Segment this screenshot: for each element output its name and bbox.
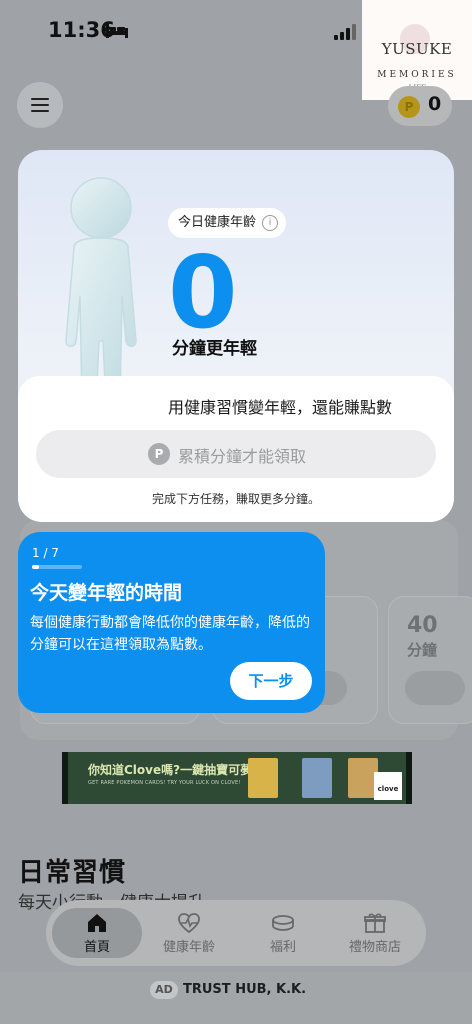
tooltip-body: 每個健康行動都會降低你的健康年齡，降低的分鐘可以在這裡領取為點數。 (30, 615, 310, 653)
tab-label: 福利 (269, 940, 296, 955)
reward-note: 完成下方任務，賺取更多分鐘。 (151, 492, 320, 506)
watermark-subtitle: MEMORIES (377, 70, 457, 80)
sleep-focus-icon (106, 24, 128, 38)
ad-card-image (302, 758, 332, 798)
hamburger-icon-line (31, 104, 49, 106)
health-age-card: 今日健康年齡 i 0 分鐘更年輕 用健康習慣變年輕，還能賺點數 P 累積分鐘才能… (18, 150, 454, 522)
hamburger-icon-line (31, 98, 49, 100)
tab-label: 禮物商店 (348, 940, 401, 955)
health-age-label: 今日健康年齡 (178, 215, 257, 230)
ad-footer[interactable]: AD TRUST HUB, K.K. (0, 972, 472, 1024)
minutes-caption: 分鐘更年輕 (172, 339, 257, 359)
tab-bar: 首頁 健康年齡 福利 禮物商店 (46, 900, 426, 966)
next-step-button[interactable]: 下一步 (230, 662, 312, 700)
habits-title: 日常習慣 (18, 858, 127, 888)
tooltip-step: 1 / 7 (32, 546, 59, 560)
hamburger-icon-line (31, 110, 49, 112)
task-button[interactable] (405, 671, 465, 705)
menu-button[interactable] (17, 82, 63, 128)
signal-icon (334, 24, 356, 40)
task-card[interactable]: 40 分鐘 (388, 596, 472, 724)
home-icon (88, 914, 106, 932)
claim-button-label: 累積分鐘才能領取 (178, 447, 307, 466)
tab-home[interactable]: 首頁 (52, 908, 142, 958)
points-icon: P (148, 443, 170, 465)
task-unit: 分鐘 (407, 641, 438, 659)
banner-edge (406, 752, 412, 804)
watermark-name: YUSUKE (381, 40, 453, 58)
ad-badge: AD (150, 981, 178, 999)
coins-icon (272, 915, 294, 931)
ad-banner[interactable]: 你知道Clove嗎?一鍵抽寶可夢卡! GET RARE POKEMON CARD… (62, 752, 412, 804)
minutes-value: 0 (168, 234, 238, 351)
tab-label: 健康年齡 (162, 940, 215, 955)
tab-health-age[interactable]: 健康年齡 (144, 908, 234, 958)
coin-icon: P (398, 96, 420, 118)
onboarding-tooltip: 1 / 7 今天變年輕的時間 每個健康行動都會降低你的健康年齡，降低的分鐘可以在… (18, 532, 325, 713)
tooltip-progress-fill (32, 565, 40, 569)
claim-points-button[interactable]: P 累積分鐘才能領取 (36, 430, 436, 478)
gift-icon (364, 913, 386, 933)
banner-edge (62, 752, 68, 804)
heart-pulse-icon (178, 913, 200, 934)
ad-company: TRUST HUB, K.K. (183, 982, 307, 997)
reward-section: 用健康習慣變年輕，還能賺點數 P 累積分鐘才能領取 完成下方任務，賺取更多分鐘。 (18, 376, 454, 522)
tab-benefits[interactable]: 福利 (238, 908, 328, 958)
points-value: 0 (428, 93, 442, 115)
status-time: 11:36 (48, 18, 115, 42)
ad-subline: GET RARE POKEMON CARDS! TRY YOUR LUCK ON… (88, 780, 241, 786)
ad-headline: 你知道Clove嗎?一鍵抽寶可夢卡! (88, 763, 270, 777)
ad-card-image (248, 758, 278, 798)
points-balance[interactable]: P 0 (388, 86, 452, 126)
watermark: YUSUKE MEMORIES LIFE (362, 0, 472, 100)
tooltip-title: 今天變年輕的時間 (30, 582, 183, 604)
task-minutes: 40 (407, 613, 438, 638)
tab-label: 首頁 (83, 940, 110, 955)
tooltip-progress (32, 565, 82, 569)
info-icon[interactable]: i (262, 215, 279, 231)
ad-brand: clove (374, 772, 402, 800)
reward-headline: 用健康習慣變年輕，還能賺點數 (168, 398, 393, 417)
tab-gift-shop[interactable]: 禮物商店 (330, 908, 420, 958)
